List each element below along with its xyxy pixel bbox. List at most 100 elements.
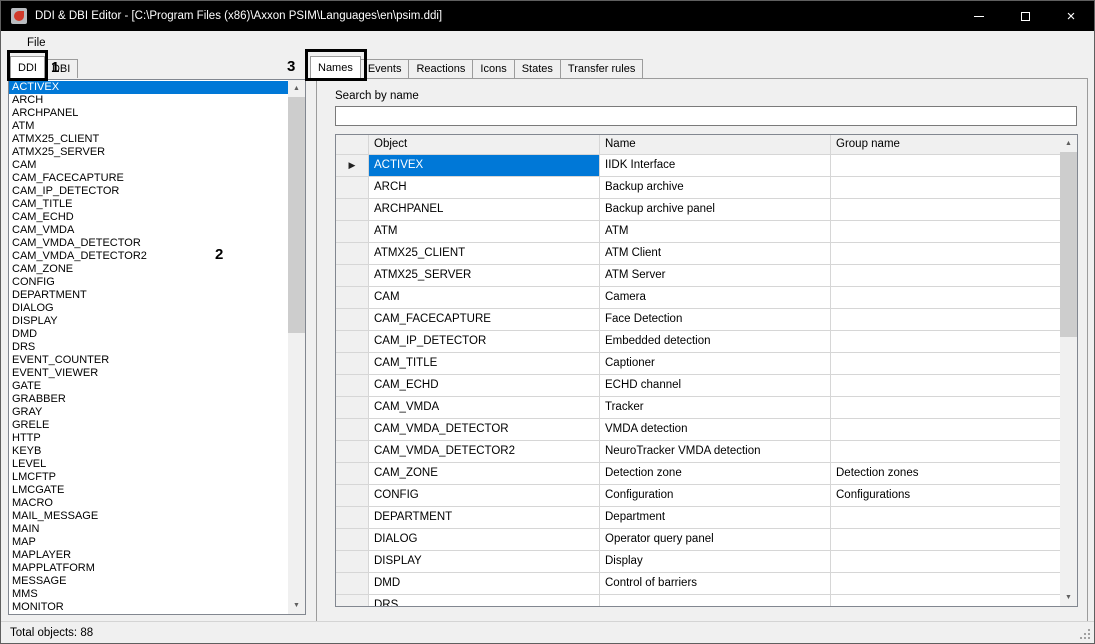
- list-item[interactable]: MAP: [9, 536, 288, 549]
- table-row[interactable]: CAM_VMDA_DETECTORVMDA detection: [336, 419, 1060, 441]
- list-item[interactable]: DISPLAY: [9, 315, 288, 328]
- maximize-button[interactable]: [1002, 1, 1048, 31]
- cell[interactable]: Control of barriers: [600, 573, 831, 595]
- table-row[interactable]: CAM_ZONEDetection zoneDetection zones: [336, 463, 1060, 485]
- list-item[interactable]: CAM_VMDA_DETECTOR: [9, 237, 288, 250]
- cell[interactable]: ATM: [369, 221, 600, 243]
- grid-scrollbar[interactable]: ▲ ▼: [1060, 135, 1077, 606]
- row-selector[interactable]: [336, 507, 369, 529]
- cell[interactable]: ECHD channel: [600, 375, 831, 397]
- cell[interactable]: IIDK Interface: [600, 155, 831, 177]
- cell[interactable]: [831, 375, 1060, 397]
- cell[interactable]: Embedded detection: [600, 331, 831, 353]
- list-item[interactable]: MMS: [9, 588, 288, 601]
- list-item[interactable]: MAIL_MESSAGE: [9, 510, 288, 523]
- row-selector[interactable]: [336, 397, 369, 419]
- list-item[interactable]: EVENT_COUNTER: [9, 354, 288, 367]
- column-header-object[interactable]: Object: [369, 135, 600, 155]
- table-row[interactable]: CONFIGConfigurationConfigurations: [336, 485, 1060, 507]
- cell[interactable]: [831, 507, 1060, 529]
- list-item[interactable]: MESSAGE: [9, 575, 288, 588]
- row-selector[interactable]: [336, 485, 369, 507]
- cell[interactable]: [831, 441, 1060, 463]
- cell[interactable]: CAM_TITLE: [369, 353, 600, 375]
- cell[interactable]: Detection zone: [600, 463, 831, 485]
- list-item[interactable]: CAM_TITLE: [9, 198, 288, 211]
- row-selector[interactable]: [336, 309, 369, 331]
- table-row[interactable]: DEPARTMENTDepartment: [336, 507, 1060, 529]
- list-item[interactable]: ATMX25_SERVER: [9, 146, 288, 159]
- cell[interactable]: CAM_IP_DETECTOR: [369, 331, 600, 353]
- row-selector[interactable]: [336, 595, 369, 606]
- row-selector[interactable]: [336, 573, 369, 595]
- scroll-thumb[interactable]: [288, 97, 305, 333]
- list-item[interactable]: DMD: [9, 328, 288, 341]
- cell[interactable]: VMDA detection: [600, 419, 831, 441]
- list-item[interactable]: ATM: [9, 120, 288, 133]
- cell[interactable]: DMD: [369, 573, 600, 595]
- row-selector[interactable]: [336, 243, 369, 265]
- list-item[interactable]: MAIN: [9, 523, 288, 536]
- list-item[interactable]: CAM_ECHD: [9, 211, 288, 224]
- list-item[interactable]: CAM_VMDA_DETECTOR2: [9, 250, 288, 263]
- cell[interactable]: CAM: [369, 287, 600, 309]
- cell[interactable]: [831, 573, 1060, 595]
- cell[interactable]: ATMX25_SERVER: [369, 265, 600, 287]
- list-item[interactable]: LMCGATE: [9, 484, 288, 497]
- cell[interactable]: [831, 551, 1060, 573]
- row-selector[interactable]: [336, 441, 369, 463]
- list-item[interactable]: CAM_FACECAPTURE: [9, 172, 288, 185]
- cell[interactable]: CAM_VMDA: [369, 397, 600, 419]
- cell[interactable]: CAM_FACECAPTURE: [369, 309, 600, 331]
- cell[interactable]: CAM_VMDA_DETECTOR2: [369, 441, 600, 463]
- row-selector[interactable]: [336, 331, 369, 353]
- cell[interactable]: NeuroTracker VMDA detection: [600, 441, 831, 463]
- cell[interactable]: [831, 199, 1060, 221]
- tab-reactions[interactable]: Reactions: [408, 59, 473, 78]
- cell[interactable]: CAM_VMDA_DETECTOR: [369, 419, 600, 441]
- scroll-down-arrow-icon[interactable]: ▼: [288, 597, 305, 614]
- list-item[interactable]: DEPARTMENT: [9, 289, 288, 302]
- table-row[interactable]: ATMX25_CLIENTATM Client: [336, 243, 1060, 265]
- cell[interactable]: ATM: [600, 221, 831, 243]
- row-selector[interactable]: [336, 265, 369, 287]
- row-selector[interactable]: [336, 419, 369, 441]
- cell[interactable]: DEPARTMENT: [369, 507, 600, 529]
- search-input[interactable]: [335, 106, 1077, 126]
- table-row[interactable]: DISPLAYDisplay: [336, 551, 1060, 573]
- tab-states[interactable]: States: [514, 59, 561, 78]
- list-item[interactable]: CAM_IP_DETECTOR: [9, 185, 288, 198]
- cell[interactable]: [831, 595, 1060, 606]
- cell[interactable]: [831, 243, 1060, 265]
- cell[interactable]: Display: [600, 551, 831, 573]
- cell[interactable]: ATMX25_CLIENT: [369, 243, 600, 265]
- scroll-up-arrow-icon[interactable]: ▲: [288, 80, 305, 97]
- cell[interactable]: Operator query panel: [600, 529, 831, 551]
- table-row[interactable]: ▶ACTIVEXIIDK Interface: [336, 155, 1060, 177]
- list-item[interactable]: CAM_VMDA: [9, 224, 288, 237]
- cell[interactable]: [831, 221, 1060, 243]
- cell[interactable]: [831, 155, 1060, 177]
- row-selector[interactable]: ▶: [336, 155, 369, 177]
- cell[interactable]: Backup archive panel: [600, 199, 831, 221]
- list-scrollbar[interactable]: ▲ ▼: [288, 80, 305, 614]
- table-row[interactable]: DMDControl of barriers: [336, 573, 1060, 595]
- cell[interactable]: [831, 529, 1060, 551]
- scroll-up-arrow-icon[interactable]: ▲: [1060, 135, 1077, 152]
- list-item[interactable]: DRS: [9, 341, 288, 354]
- table-row[interactable]: CAM_IP_DETECTOREmbedded detection: [336, 331, 1060, 353]
- tab-names[interactable]: Names: [310, 56, 361, 78]
- cell[interactable]: [831, 397, 1060, 419]
- cell[interactable]: Department: [600, 507, 831, 529]
- tab-dbi[interactable]: DBI: [44, 59, 78, 78]
- row-selector[interactable]: [336, 287, 369, 309]
- cell[interactable]: [831, 419, 1060, 441]
- list-item[interactable]: GATE: [9, 380, 288, 393]
- cell[interactable]: ARCH: [369, 177, 600, 199]
- cell[interactable]: Face Detection: [600, 309, 831, 331]
- cell[interactable]: CAM_ZONE: [369, 463, 600, 485]
- cell[interactable]: [831, 177, 1060, 199]
- table-row[interactable]: CAM_VMDA_DETECTOR2NeuroTracker VMDA dete…: [336, 441, 1060, 463]
- list-item[interactable]: GRABBER: [9, 393, 288, 406]
- tab-events[interactable]: Events: [360, 59, 410, 78]
